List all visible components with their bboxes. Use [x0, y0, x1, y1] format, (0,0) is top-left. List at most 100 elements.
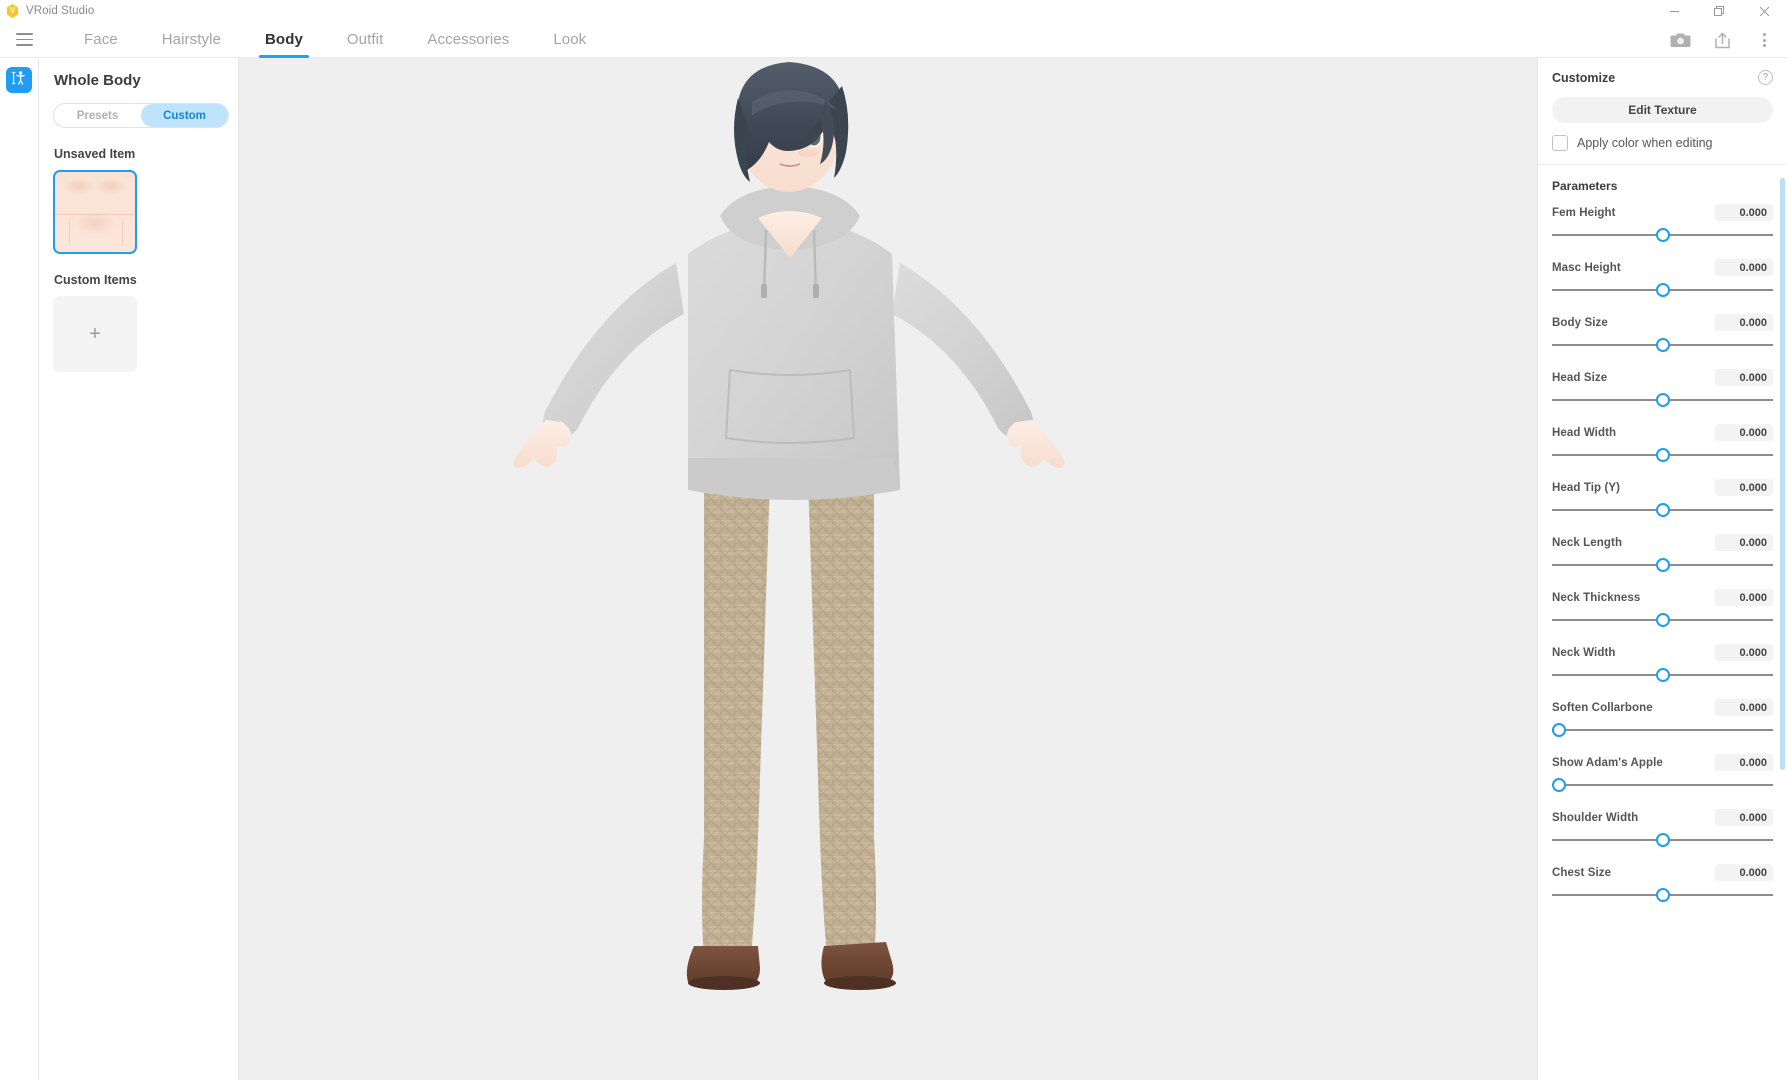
- slider-knob[interactable]: [1656, 228, 1670, 242]
- parameter-row: Show Adam's Apple 0.000: [1552, 754, 1773, 792]
- parameter-value[interactable]: 0.000: [1715, 314, 1773, 331]
- export-upload-icon[interactable]: [1707, 25, 1737, 55]
- toolbar-actions: [1665, 22, 1779, 58]
- parameter-slider[interactable]: [1552, 228, 1773, 242]
- parameter-label: Head Tip (Y): [1552, 482, 1620, 494]
- rail-item-whole-body[interactable]: [6, 67, 32, 93]
- parameters-scroll-area[interactable]: Parameters Fem Height 0.000 Masc Height 0.0…: [1538, 165, 1787, 1080]
- segment-presets[interactable]: Presets: [54, 104, 141, 127]
- slider-knob[interactable]: [1656, 283, 1670, 297]
- whole-body-icon: [11, 70, 27, 91]
- parameter-slider[interactable]: [1552, 833, 1773, 847]
- hoodie-hem: [688, 458, 900, 500]
- app-shell: Whole Body Presets Custom Unsaved Item C…: [0, 58, 1787, 1080]
- parameter-label: Show Adam's Apple: [1552, 757, 1663, 769]
- parameter-value[interactable]: 0.000: [1715, 424, 1773, 441]
- model-viewport[interactable]: [239, 58, 1537, 1080]
- presets-custom-toggle: Presets Custom: [53, 103, 229, 128]
- drawstring-right-tip: [813, 284, 819, 298]
- parameter-label: Body Size: [1552, 317, 1608, 329]
- main-navbar: Face Hairstyle Body Outfit Accessories L…: [0, 22, 1787, 58]
- parameter-label: Shoulder Width: [1552, 812, 1638, 824]
- slider-knob[interactable]: [1656, 668, 1670, 682]
- parameter-value[interactable]: 0.000: [1715, 589, 1773, 606]
- edit-texture-button[interactable]: Edit Texture: [1552, 97, 1773, 123]
- parameter-value[interactable]: 0.000: [1715, 699, 1773, 716]
- apply-color-checkbox[interactable]: [1552, 135, 1568, 151]
- slider-knob[interactable]: [1656, 558, 1670, 572]
- title-bar: V VRoid Studio: [0, 0, 1787, 22]
- parameter-label: Fem Height: [1552, 207, 1616, 219]
- parameter-slider[interactable]: [1552, 778, 1773, 792]
- parameter-label: Soften Collarbone: [1552, 702, 1653, 714]
- parameter-row: Head Size0.000: [1552, 369, 1773, 407]
- parameter-label: Chest Size: [1552, 867, 1611, 879]
- unsaved-item-thumbnail[interactable]: [53, 170, 137, 254]
- slider-knob[interactable]: [1656, 833, 1670, 847]
- minimize-button[interactable]: [1652, 0, 1697, 22]
- parameter-slider[interactable]: [1552, 613, 1773, 627]
- slider-knob[interactable]: [1552, 723, 1566, 737]
- parameters-scrollbar[interactable]: [1780, 178, 1785, 770]
- sidebar-panel: Whole Body Presets Custom Unsaved Item C…: [39, 58, 239, 1080]
- parameter-slider[interactable]: [1552, 668, 1773, 682]
- parameter-label: Masc Height: [1552, 262, 1621, 274]
- sidebar-title: Whole Body: [53, 72, 224, 89]
- slider-knob[interactable]: [1656, 448, 1670, 462]
- tab-face[interactable]: Face: [62, 22, 140, 58]
- more-options-kebab-icon[interactable]: [1749, 25, 1779, 55]
- parameter-slider[interactable]: [1552, 448, 1773, 462]
- tab-look[interactable]: Look: [531, 22, 608, 58]
- parameter-value[interactable]: 0.000: [1715, 754, 1773, 771]
- parameter-slider[interactable]: [1552, 888, 1773, 902]
- tab-hairstyle[interactable]: Hairstyle: [140, 22, 243, 58]
- hand-left: [513, 420, 571, 468]
- shoe-left-sole: [688, 976, 760, 990]
- tab-outfit[interactable]: Outfit: [325, 22, 405, 58]
- maximize-button[interactable]: [1697, 0, 1742, 22]
- parameter-value[interactable]: 0.000: [1715, 809, 1773, 826]
- slider-track: [1552, 784, 1773, 786]
- parameter-value[interactable]: 0.000: [1715, 204, 1773, 221]
- parameter-value[interactable]: 0.000: [1715, 864, 1773, 881]
- parameter-slider[interactable]: [1552, 503, 1773, 517]
- parameter-slider[interactable]: [1552, 723, 1773, 737]
- slider-knob[interactable]: [1656, 503, 1670, 517]
- slider-knob[interactable]: [1656, 338, 1670, 352]
- parameter-slider[interactable]: [1552, 393, 1773, 407]
- tab-body[interactable]: Body: [243, 22, 325, 58]
- parameter-value[interactable]: 0.000: [1715, 259, 1773, 276]
- close-button[interactable]: [1742, 0, 1787, 22]
- vroid-hexagon-logo-icon: V: [6, 4, 19, 18]
- slider-knob[interactable]: [1552, 778, 1566, 792]
- parameters-title: Parameters: [1552, 179, 1773, 193]
- blush: [798, 149, 818, 157]
- window-title: VRoid Studio: [26, 5, 94, 17]
- parameter-row: Head Width 0.000: [1552, 424, 1773, 462]
- add-custom-item-button[interactable]: +: [53, 296, 137, 372]
- parameter-row: Body Size 0.000: [1552, 314, 1773, 352]
- parameter-slider[interactable]: [1552, 558, 1773, 572]
- plus-icon: +: [89, 323, 101, 346]
- segment-custom[interactable]: Custom: [141, 104, 228, 127]
- tab-accessories[interactable]: Accessories: [405, 22, 531, 58]
- parameter-slider[interactable]: [1552, 338, 1773, 352]
- slider-knob[interactable]: [1656, 393, 1670, 407]
- hoodie-body: [688, 218, 900, 499]
- parameter-label: Head Width: [1552, 427, 1616, 439]
- customize-header: Customize ? Edit Texture Apply color whe…: [1538, 58, 1787, 165]
- parameter-value[interactable]: 0.000: [1715, 644, 1773, 661]
- parameter-value[interactable]: 0.000: [1715, 534, 1773, 551]
- parameter-slider[interactable]: [1552, 283, 1773, 297]
- parameter-row: Masc Height 0.000: [1552, 259, 1773, 297]
- sleeve-left: [543, 263, 684, 437]
- parameter-label: Neck Length: [1552, 537, 1622, 549]
- apply-color-row[interactable]: Apply color when editing: [1552, 135, 1773, 151]
- slider-knob[interactable]: [1656, 888, 1670, 902]
- parameter-value[interactable]: 0.000: [1715, 369, 1773, 386]
- camera-icon[interactable]: [1665, 25, 1695, 55]
- help-question-icon[interactable]: ?: [1758, 70, 1773, 85]
- slider-knob[interactable]: [1656, 613, 1670, 627]
- hamburger-menu-icon[interactable]: [2, 22, 46, 58]
- parameter-value[interactable]: 0.000: [1715, 479, 1773, 496]
